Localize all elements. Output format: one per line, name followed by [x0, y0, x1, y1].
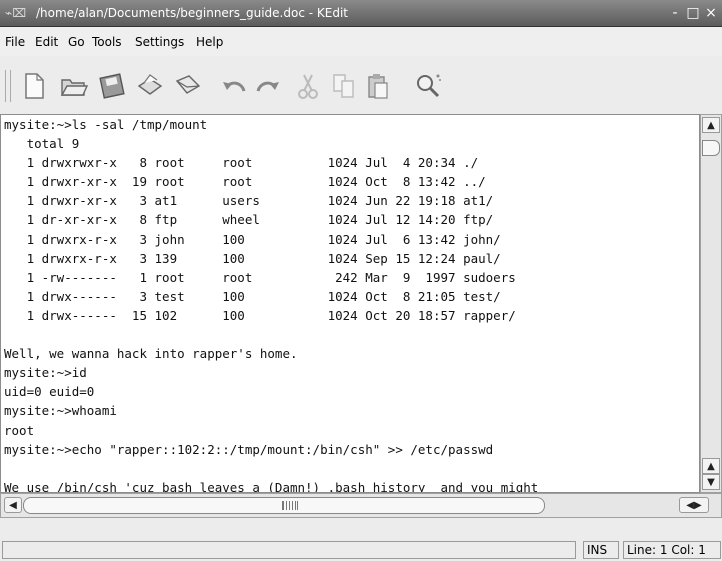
undo-icon[interactable]: [216, 68, 252, 104]
cut-icon[interactable]: [290, 68, 326, 104]
toolbar-grip[interactable]: [5, 70, 11, 102]
new-document-icon[interactable]: [16, 68, 52, 104]
menu-go[interactable]: Go: [68, 35, 85, 49]
toolbar: [0, 56, 722, 115]
scroll-up-icon-lower[interactable]: ▲: [702, 458, 720, 474]
horizontal-scrollbar[interactable]: ◀ ◀▶: [0, 493, 722, 518]
scroll-left-right-icon[interactable]: ◀▶: [679, 497, 709, 513]
text-editor-area[interactable]: mysite:~>ls -sal /tmp/mount total 9 1 dr…: [0, 114, 700, 493]
status-cursor-position: Line: 1 Col: 1: [623, 541, 721, 559]
scroll-grip-icon: [282, 501, 298, 510]
menu-edit[interactable]: Edit: [35, 35, 58, 49]
minimize-button[interactable]: -: [666, 4, 684, 22]
title-bar: ⌁⌧ /home/alan/Documents/beginners_guide.…: [0, 0, 722, 27]
scroll-left-icon[interactable]: ◀: [4, 497, 22, 513]
status-insert-mode: INS: [583, 541, 619, 559]
horizontal-scroll-thumb[interactable]: [23, 497, 545, 514]
menu-settings[interactable]: Settings: [135, 35, 184, 49]
mail-icon[interactable]: [170, 68, 206, 104]
open-folder-icon[interactable]: [56, 68, 92, 104]
editor-text[interactable]: mysite:~>ls -sal /tmp/mount total 9 1 dr…: [1, 115, 699, 492]
menu-bar: File Edit Go Tools Settings Help: [0, 27, 722, 57]
copy-icon[interactable]: [326, 68, 362, 104]
scroll-up-icon[interactable]: ▲: [702, 117, 720, 133]
scroll-down-icon[interactable]: ▼: [702, 474, 720, 490]
window-title: /home/alan/Documents/beginners_guide.doc…: [36, 6, 348, 20]
close-button[interactable]: ×: [702, 4, 720, 22]
status-bar: INS Line: 1 Col: 1: [0, 518, 722, 561]
save-icon[interactable]: [94, 68, 130, 104]
paste-icon[interactable]: [360, 68, 396, 104]
menu-tools[interactable]: Tools: [92, 35, 122, 49]
maximize-button[interactable]: □: [684, 4, 702, 22]
vertical-scrollbar[interactable]: ▲ ▲ ▼: [700, 114, 722, 493]
status-message: [2, 541, 576, 559]
window-menu-icon[interactable]: ⌁⌧: [5, 6, 35, 22]
vertical-scroll-thumb[interactable]: [702, 140, 720, 156]
menu-file[interactable]: File: [5, 35, 25, 49]
redo-icon[interactable]: [250, 68, 286, 104]
find-icon[interactable]: [410, 68, 446, 104]
print-icon[interactable]: [132, 68, 168, 104]
menu-help[interactable]: Help: [196, 35, 223, 49]
